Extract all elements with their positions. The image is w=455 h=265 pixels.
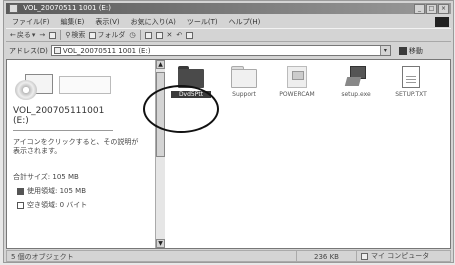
drive-icon [53,47,61,54]
drive-name-line2: (E:) [13,116,29,126]
panel-description-line2: 表示されます。 [13,147,62,155]
free-space: 空き領域: 0 バイト [27,201,88,209]
search-icon: ⚲ [65,31,71,39]
address-label: アドレス(D) [9,46,48,55]
address-value: VOL_20070511 1001 (E:) [62,46,151,55]
highlight-circle [143,85,219,133]
menu-help[interactable]: ヘルプ(H) [229,16,261,28]
file-name: SETUP.TXT [395,91,427,98]
folder-icon [9,4,18,13]
delete-button[interactable]: ✕ [167,31,173,39]
copy-to-icon [155,31,163,39]
minimize-button[interactable]: _ [414,4,425,14]
free-space-row: 空き領域: 0 バイト [17,200,87,210]
toolbar: ← 戻る ▾ → ⚲ 検索 フォルダ ◷ ✕ ↶ [6,28,451,42]
views-button[interactable] [186,31,194,39]
folders-label: フォルダ [97,31,126,39]
scroll-up-icon[interactable]: ▲ [156,60,165,69]
back-arrow-icon: ← [10,31,16,39]
window-controls: _ □ × [414,4,449,14]
search-label: 検索 [71,31,86,39]
chevron-down-icon: ▾ [31,31,36,39]
computer-icon [361,252,368,260]
menu-file[interactable]: ファイル(F) [12,16,50,28]
up-folder-icon [49,31,57,39]
menu-favorites[interactable]: お気に入り(A) [131,16,176,28]
file-name: POWERCAM [279,91,315,98]
file-name: Support [232,91,256,98]
scroll-down-icon[interactable]: ▼ [156,239,165,248]
menu-view[interactable]: 表示(V) [95,16,119,28]
menu-tools[interactable]: ツール(T) [187,16,218,28]
total-size: 合計サイズ: 105 MB [13,173,79,181]
views-icon [186,31,194,39]
copy-to-button[interactable] [155,31,163,39]
back-label: 戻る [16,31,31,39]
pc-icon [284,66,310,88]
address-field[interactable]: VOL_20070511 1001 (E:) ▾ [50,45,391,56]
explorer-window: VOL_20070511 1001 (E:) _ □ × ファイル(F) 編集(… [3,0,454,263]
windows-logo-icon [435,17,449,27]
delete-icon: ✕ [166,31,173,39]
status-objects: 5 個のオブジェクト [6,250,296,262]
chevron-down-icon[interactable]: ▾ [379,46,390,55]
status-bar: 5 個のオブジェクト 236 KB マイ コンピュータ [6,250,451,262]
up-button[interactable] [49,31,57,39]
folder-icon [231,66,257,88]
status-size: 236 KB [296,250,356,262]
file-name: setup.exe [341,91,371,98]
toolbar-divider [139,30,141,40]
status-zone-cell: マイ コンピュータ [356,250,451,262]
go-arrow-icon [398,46,407,55]
go-label: 移動 [408,46,423,55]
menu-bar: ファイル(F) 編集(E) 表示(V) お気に入り(A) ツール(T) ヘルプ(… [6,16,451,28]
close-button[interactable]: × [438,4,449,14]
history-button[interactable]: ◷ [129,31,135,39]
content-area: VOL_200705111001 (E:) アイコンをクリックすると、その説明が… [6,59,451,249]
undo-button[interactable]: ↶ [176,31,182,39]
drive-name-line1: VOL_200705111001 [13,106,105,116]
toolbar-divider [60,30,62,40]
file-item[interactable]: SETUP.TXT [391,66,431,98]
move-to-icon [144,31,152,39]
forward-button[interactable]: → [39,31,45,39]
panel-divider [13,130,113,131]
address-bar: アドレス(D) VOL_20070511 1001 (E:) ▾ 移動 [6,43,451,58]
file-item[interactable]: setup.exe [336,66,376,98]
go-button[interactable]: 移動 [398,46,423,56]
used-space-swatch [17,187,24,195]
back-button[interactable]: ← 戻る ▾ [10,30,35,40]
title-bar: VOL_20070511 1001 (E:) _ □ × [6,3,451,14]
panel-description-line1: アイコンをクリックすると、その説明が [13,138,139,146]
free-space-swatch [17,201,24,209]
document-icon [398,66,424,88]
forward-arrow-icon: → [39,31,46,39]
drive-name: VOL_200705111001 (E:) [13,106,104,126]
file-item[interactable]: POWERCAM [277,66,317,98]
undo-icon: ↶ [176,31,183,39]
maximize-button[interactable]: □ [426,4,437,14]
search-button[interactable]: ⚲ 検索 [65,30,85,40]
info-panel: VOL_200705111001 (E:) アイコンをクリックすると、その説明が… [7,60,155,248]
move-to-button[interactable] [144,31,152,39]
folders-button[interactable]: フォルダ [89,30,125,40]
history-icon: ◷ [129,31,136,39]
status-zone: マイ コンピュータ [371,252,430,260]
file-item[interactable]: Support [224,66,264,98]
used-space-row: 使用領域: 105 MB [17,186,86,196]
setup-icon [343,66,369,88]
used-space: 使用領域: 105 MB [27,187,87,195]
menu-edit[interactable]: 編集(E) [61,16,85,28]
folders-icon [89,31,97,39]
window-title: VOL_20070511 1001 (E:) [23,4,111,12]
cd-drive-icon [15,74,111,102]
panel-description: アイコンをクリックすると、その説明が 表示されます。 [13,138,141,156]
